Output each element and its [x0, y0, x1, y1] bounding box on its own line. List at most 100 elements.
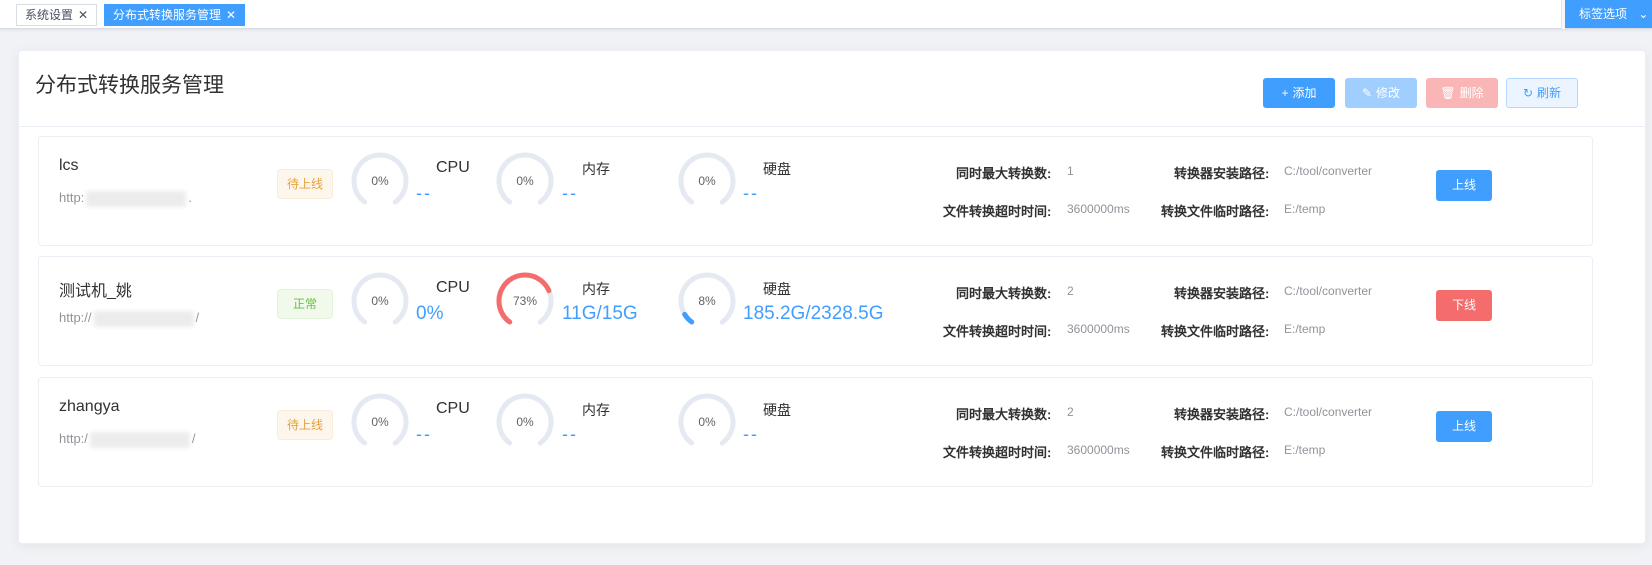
disk-value: 185.2G/2328.5G	[743, 303, 884, 324]
trash-icon: 🗑	[1440, 86, 1456, 100]
memory-value: --	[562, 424, 578, 444]
tab-distributed-conversion[interactable]: 分布式转换服务管理 ✕	[104, 4, 246, 26]
close-icon[interactable]: ✕	[226, 8, 236, 22]
cpu-gauge: 0%	[349, 391, 411, 453]
plus-icon: +	[1281, 86, 1289, 100]
delete-label: 删除	[1459, 86, 1484, 100]
timeout-label: 文件转换超时时间:	[943, 204, 1052, 219]
edit-button[interactable]: ✎ 修改	[1345, 78, 1417, 108]
disk-label: 硬盘	[763, 161, 791, 177]
memory-label: 内存	[582, 161, 610, 177]
max-conversions-label: 同时最大转换数:	[956, 286, 1052, 301]
status-badge: 待上线	[277, 169, 333, 199]
cpu-gauge: 0%	[349, 150, 411, 212]
disk-label: 硬盘	[763, 281, 791, 297]
install-path-value: C:/tool/converter	[1284, 405, 1373, 419]
memory-gauge: 73%	[494, 270, 556, 332]
server-name: 测试机_姚	[59, 283, 132, 300]
temp-path-value: E:/temp	[1284, 322, 1326, 336]
server-url: http:///	[59, 310, 200, 327]
max-conversions-value: 2	[1067, 405, 1074, 419]
install-path-label: 转换器安装路径:	[1174, 407, 1270, 422]
disk-gauge: 0%	[676, 150, 738, 212]
status-badge: 正常	[277, 289, 333, 319]
redacted-url	[93, 310, 194, 327]
server-row: zhangya http:// 待上线 0% CPU -- 0% 内存 -- 0…	[38, 377, 1593, 487]
toggle-online-button[interactable]: 上线	[1436, 170, 1492, 201]
cpu-percent: 0%	[371, 174, 389, 188]
timeout-value: 3600000ms	[1067, 322, 1130, 336]
cpu-gauge: 0%	[349, 270, 411, 332]
redacted-url	[86, 190, 187, 207]
temp-path-label: 转换文件临时路径:	[1161, 445, 1270, 460]
timeout-label: 文件转换超时时间:	[943, 445, 1052, 460]
delete-button[interactable]: 🗑 删除	[1426, 78, 1498, 108]
memory-label: 内存	[582, 402, 610, 418]
tab-system-settings[interactable]: 系统设置 ✕	[16, 4, 98, 26]
disk-gauge: 8%	[676, 270, 738, 332]
redacted-url	[89, 431, 190, 448]
temp-path-label: 转换文件临时路径:	[1161, 324, 1270, 339]
max-conversions-value: 2	[1067, 284, 1074, 298]
memory-value: 11G/15G	[562, 303, 638, 324]
edit-label: 修改	[1376, 86, 1401, 100]
tag-options-button[interactable]: 标签选项 ⌄	[1565, 0, 1652, 28]
max-conversions-value: 1	[1067, 164, 1074, 178]
refresh-icon: ↻	[1522, 86, 1534, 100]
tab-label: 分布式转换服务管理	[113, 8, 222, 22]
memory-label: 内存	[582, 281, 610, 297]
disk-value: --	[743, 183, 759, 203]
disk-value: --	[743, 424, 759, 444]
status-badge: 待上线	[277, 410, 333, 440]
cpu-label: CPU	[436, 279, 470, 296]
memory-percent: 0%	[516, 415, 534, 429]
disk-label: 硬盘	[763, 402, 791, 418]
memory-gauge: 0%	[494, 391, 556, 453]
server-row: lcs http:. 待上线 0% CPU -- 0% 内存 -- 0% 硬盘 …	[38, 136, 1593, 246]
refresh-button[interactable]: ↻ 刷新	[1506, 78, 1578, 108]
server-row: 测试机_姚 http:/// 正常 0% CPU 0% 73% 内存 11G/1…	[38, 256, 1593, 366]
server-url: http:.	[59, 190, 192, 207]
disk-gauge: 0%	[676, 391, 738, 453]
page-title: 分布式转换服务管理	[35, 74, 224, 97]
cpu-label: CPU	[436, 400, 470, 417]
tags-bar: 系统设置 ✕ 分布式转换服务管理 ✕ 标签选项 ⌄	[0, 0, 1652, 29]
server-name: lcs	[59, 157, 79, 174]
toggle-online-button[interactable]: 下线	[1436, 290, 1492, 321]
card-header: 分布式转换服务管理 + 添加 ✎ 修改 🗑 删除 ↻ 刷新	[19, 51, 1645, 127]
disk-percent: 0%	[698, 415, 716, 429]
timeout-value: 3600000ms	[1067, 202, 1130, 216]
server-name: zhangya	[59, 398, 120, 415]
memory-gauge: 0%	[494, 150, 556, 212]
disk-percent: 0%	[698, 174, 716, 188]
install-path-label: 转换器安装路径:	[1174, 286, 1270, 301]
install-path-value: C:/tool/converter	[1284, 284, 1373, 298]
timeout-label: 文件转换超时时间:	[943, 324, 1052, 339]
close-icon[interactable]: ✕	[78, 8, 88, 22]
disk-percent: 8%	[698, 294, 716, 308]
edit-icon: ✎	[1361, 86, 1373, 100]
cpu-percent: 0%	[371, 294, 389, 308]
timeout-value: 3600000ms	[1067, 443, 1130, 457]
memory-value: --	[562, 183, 578, 203]
temp-path-label: 转换文件临时路径:	[1161, 204, 1270, 219]
add-label: 添加	[1292, 86, 1317, 100]
cpu-value: --	[416, 183, 432, 203]
cpu-label: CPU	[436, 159, 470, 176]
memory-percent: 73%	[512, 294, 538, 308]
cpu-percent: 0%	[371, 415, 389, 429]
temp-path-value: E:/temp	[1284, 202, 1326, 216]
chevron-down-icon: ⌄	[1638, 7, 1649, 21]
tab-label: 系统设置	[25, 8, 74, 22]
cpu-value: 0%	[416, 303, 444, 324]
cpu-value: --	[416, 424, 432, 444]
max-conversions-label: 同时最大转换数:	[956, 407, 1052, 422]
install-path-label: 转换器安装路径:	[1174, 166, 1270, 181]
temp-path-value: E:/temp	[1284, 443, 1326, 457]
server-url: http://	[59, 431, 196, 448]
max-conversions-label: 同时最大转换数:	[956, 166, 1052, 181]
refresh-label: 刷新	[1537, 86, 1562, 100]
memory-percent: 0%	[516, 174, 534, 188]
toggle-online-button[interactable]: 上线	[1436, 411, 1492, 442]
add-button[interactable]: + 添加	[1263, 78, 1335, 108]
